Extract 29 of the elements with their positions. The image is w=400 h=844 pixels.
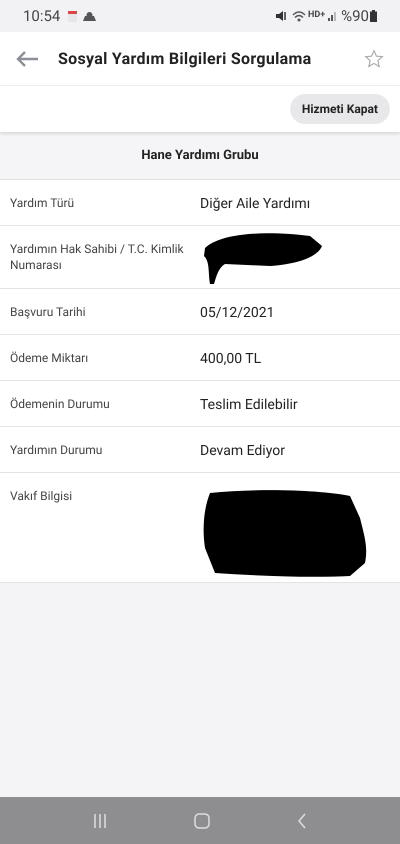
field-value: Teslim Edilebilir [200,396,298,412]
field-value: 05/12/2021 [200,304,274,320]
field-label: Vakıf Bilgisi [9,488,74,504]
wifi-icon [292,10,306,22]
mute-icon [275,10,288,22]
battery-percent: %90 [341,6,369,27]
field-label: Yardımın Durumu [9,442,104,458]
recent-apps-icon[interactable] [93,814,108,828]
back-arrow-icon[interactable] [16,50,39,66]
field-label: Yardım Türü [9,194,76,210]
field-value: Devam Ediyor [200,442,285,458]
field-label: Ödeme Miktarı [9,350,90,366]
signal-icon [328,11,338,21]
back-icon[interactable] [296,812,307,828]
network-label: HD+ [308,9,326,22]
status-time: 10:54 [23,6,60,27]
field-label: Yardımın Hak Sahibi / T.C. Kimlik Numarası [9,241,185,273]
field-value: Diğer Aile Yardımı [200,196,310,212]
star-icon[interactable] [364,48,384,68]
battery-icon [370,10,377,22]
group-title: Hane Yardımı Grubu [141,146,259,165]
calendar-icon [68,10,78,22]
field-value: 400,00 TL [200,350,262,366]
close-service-button[interactable]: Hizmeti Kapat [290,94,390,124]
page-title: Sosyal Yardım Bilgileri Sorgulama [58,48,312,70]
weather-icon [83,11,96,21]
field-label: Başvuru Tarihi [9,304,87,320]
home-icon[interactable] [194,812,210,828]
field-label: Ödemenin Durumu [9,396,111,412]
